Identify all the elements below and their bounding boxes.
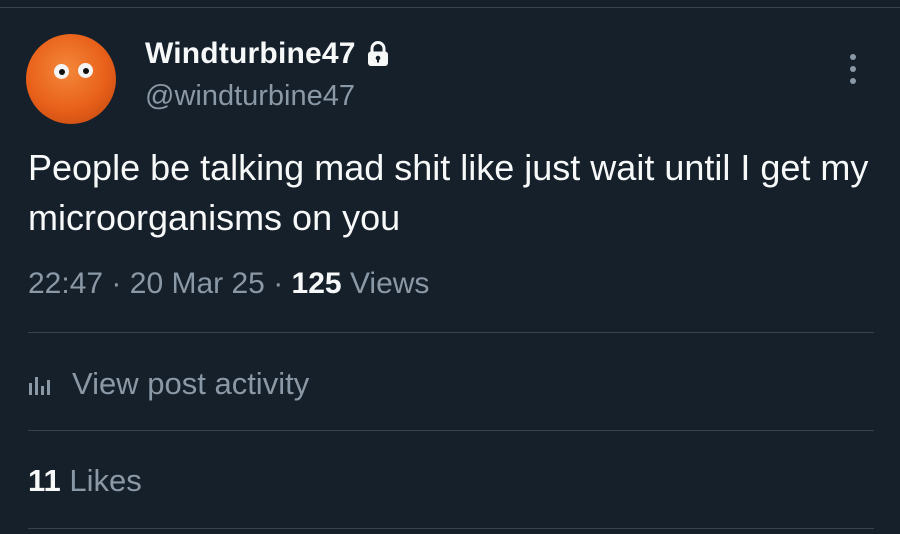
post-date[interactable]: 20 Mar 25 — [130, 267, 265, 300]
meta-separator: · — [273, 267, 284, 300]
author-display-name[interactable]: Windturbine47 — [145, 37, 356, 71]
views-label: Views — [349, 267, 430, 300]
author-name-row: Windturbine47 — [145, 37, 390, 71]
view-post-activity-button[interactable]: View post activity — [28, 366, 309, 402]
divider — [28, 528, 874, 529]
views-count: 125 — [291, 267, 342, 300]
view-post-activity-label: View post activity — [72, 366, 310, 401]
post-time[interactable]: 22:47 — [28, 267, 103, 300]
divider — [28, 430, 874, 431]
more-options-icon[interactable] — [843, 52, 863, 86]
avatar[interactable] — [26, 34, 116, 124]
post: Windturbine47 @windturbine47 People be t… — [0, 0, 900, 534]
lock-icon — [366, 41, 390, 67]
divider — [28, 332, 874, 333]
likes-link[interactable]: 11 Likes — [28, 463, 142, 499]
likes-count: 11 — [28, 463, 61, 498]
likes-label: Likes — [69, 463, 142, 498]
author-handle[interactable]: @windturbine47 — [145, 80, 355, 113]
meta-separator: · — [111, 267, 122, 300]
post-text: People be talking mad shit like just wai… — [28, 147, 869, 238]
bar-chart-icon — [28, 373, 54, 395]
avatar-right-eye — [78, 63, 93, 78]
avatar-left-eye — [54, 64, 69, 79]
post-meta: 22:47 · 20 Mar 25 · 125 Views — [28, 267, 429, 301]
